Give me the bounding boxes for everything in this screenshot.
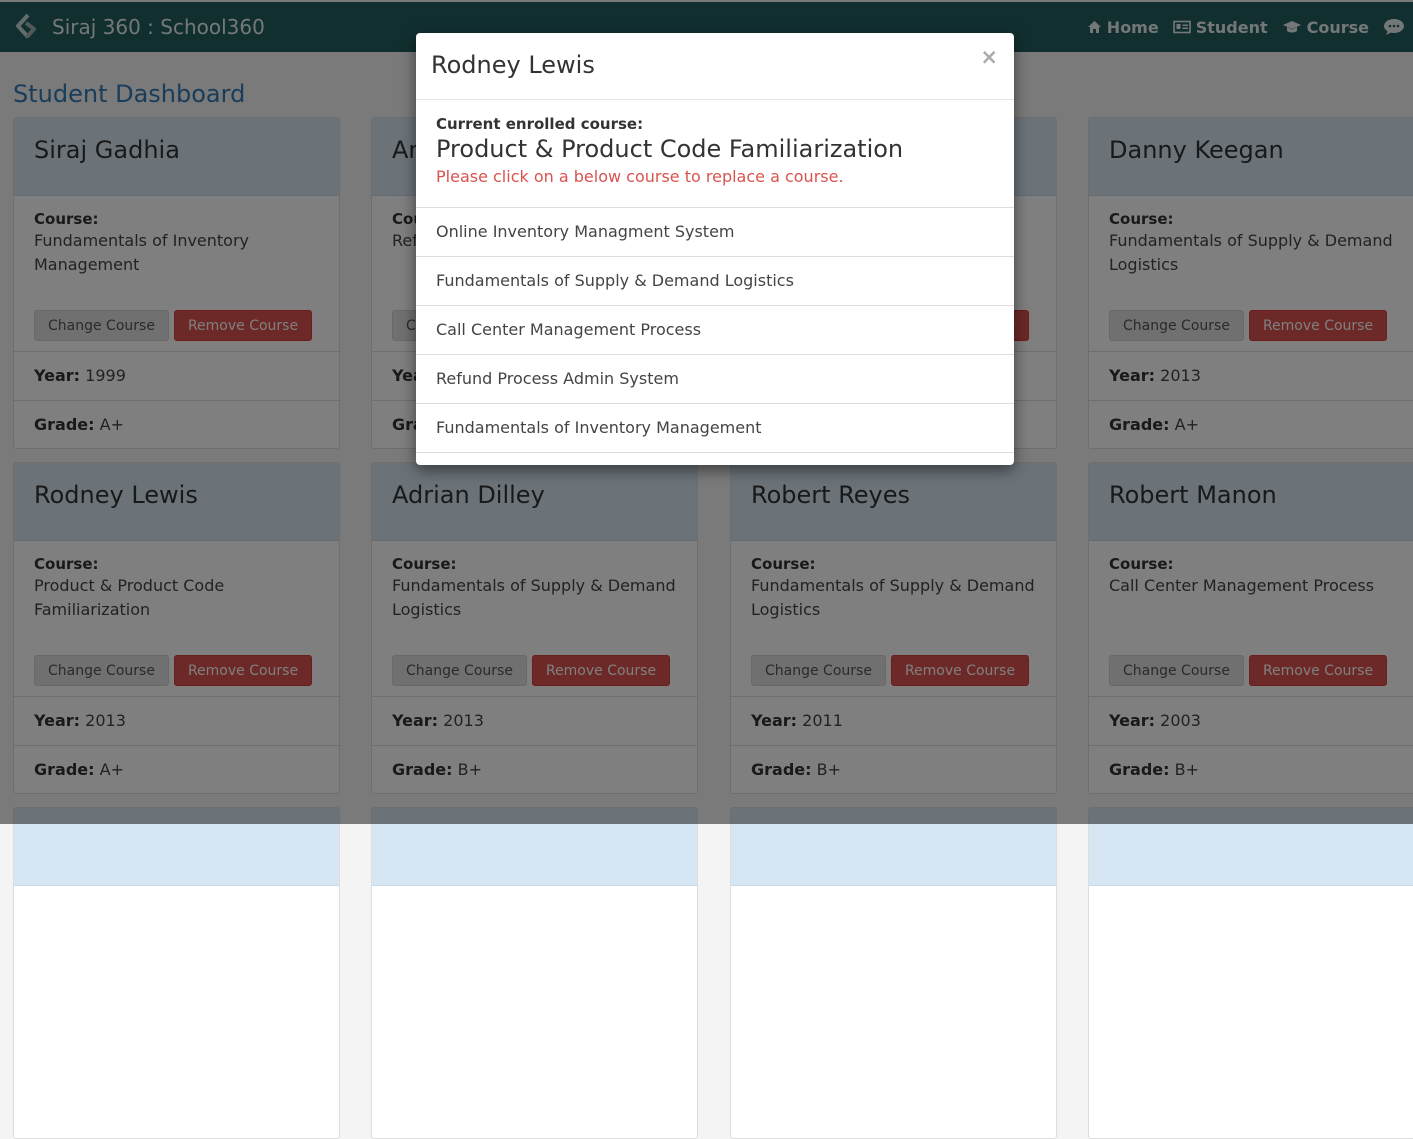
student-card-partial	[730, 807, 1057, 1139]
course-option[interactable]: Fundamentals of Supply & Demand Logistic…	[416, 257, 1014, 306]
student-card-partial	[371, 807, 698, 1139]
course-option[interactable]: Call Center Management Process	[416, 306, 1014, 355]
enrolled-course: Product & Product Code Familiarization	[436, 135, 904, 163]
course-option[interactable]: Fundamentals of Inventory Management	[416, 404, 1014, 453]
course-option-list: Online Inventory Managment System Fundam…	[416, 208, 1014, 453]
course-option[interactable]: Online Inventory Managment System	[416, 208, 1014, 257]
replace-hint: Please click on a below course to replac…	[436, 167, 844, 186]
change-course-modal: Rodney Lewis × Current enrolled course: …	[416, 33, 1014, 465]
student-card-partial	[13, 807, 340, 1139]
enrolled-course-info: Current enrolled course: Product & Produ…	[416, 100, 1014, 208]
enrolled-label: Current enrolled course:	[436, 115, 644, 133]
close-icon[interactable]: ×	[980, 47, 998, 68]
course-option[interactable]: Refund Process Admin System	[416, 355, 1014, 404]
student-card-partial	[1088, 807, 1413, 1139]
modal-title: Rodney Lewis	[431, 51, 595, 79]
modal-header: Rodney Lewis ×	[416, 33, 1014, 100]
